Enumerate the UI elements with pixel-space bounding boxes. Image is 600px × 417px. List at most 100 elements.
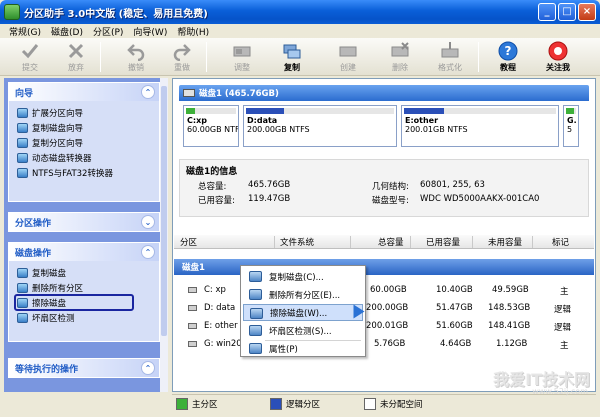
col-free[interactable]: 未用容量 [488, 236, 522, 248]
disk-info-panel: 磁盘1的信息 总容量: 465.76GB 已用容量: 119.47GB 几何结构… [179, 159, 589, 217]
total-label: 总容量: [198, 182, 227, 192]
col-flag[interactable]: 标记 [552, 236, 569, 248]
delete-button[interactable]: 删除 [380, 40, 420, 74]
wizard-icon [17, 167, 28, 178]
disk-row[interactable]: 磁盘1 [174, 259, 594, 275]
expand-icon[interactable]: ⌄ [141, 215, 155, 229]
discard-button[interactable]: 放弃 [56, 40, 96, 74]
disk-ops-header[interactable]: 磁盘操作 ⌃ [9, 243, 159, 261]
scrollbar-thumb[interactable] [161, 86, 167, 336]
bad-sector-icon [17, 312, 28, 323]
menu-wizard[interactable]: 向导(W) [128, 25, 172, 38]
table-row[interactable]: E: other 200.01GB 51.60GB 148.41GB 逻辑 [174, 319, 594, 334]
help-icon: ? [498, 41, 518, 61]
pending-ops-header[interactable]: 等待执行的操作 ⌃ [9, 359, 159, 377]
wizard-dynamic-disk[interactable]: 动态磁盘转换器 [9, 150, 159, 165]
menu-general[interactable]: 常规(G) [4, 25, 46, 38]
maximize-button[interactable]: □ [558, 3, 576, 21]
col-partition[interactable]: 分区 [180, 236, 197, 248]
ctx-properties[interactable]: 属性(P) [243, 340, 363, 357]
col-total[interactable]: 总容量 [378, 236, 404, 248]
sidebar-scrollbar[interactable] [160, 78, 168, 392]
close-button[interactable]: × [578, 3, 596, 21]
table-row[interactable]: C: xp 60.00GB 10.40GB 49.59GB 主 [174, 283, 594, 298]
partition-ops-header[interactable]: 分区操作 ⌄ [9, 213, 159, 231]
context-menu: 复制磁盘(C)... 删除所有分区(E)... 擦除磁盘(W)... 坏扇区检测… [240, 265, 366, 357]
partition-icon [188, 323, 197, 329]
partition-icon [188, 305, 197, 311]
partition-block-c[interactable]: C:xp 60.00GB NTFS [183, 105, 239, 147]
usage-bar [404, 108, 444, 114]
resize-icon [233, 46, 251, 57]
wizard-copy-partition[interactable]: 复制分区向导 [9, 135, 159, 150]
logical-swatch [270, 398, 282, 410]
wizard-ntfs-fat32[interactable]: NTFS与FAT32转换器 [9, 165, 159, 180]
follow-icon [548, 41, 568, 61]
svg-text:?: ? [505, 44, 512, 58]
watermark-url: www.52ij.com [532, 387, 588, 396]
redo-button[interactable]: 重做 [162, 40, 202, 74]
partition-block-g[interactable]: G. 5 [563, 105, 579, 147]
primary-swatch [176, 398, 188, 410]
collapse-icon[interactable]: ⌃ [141, 85, 155, 99]
resize-button[interactable]: 调整 [222, 40, 262, 74]
check-icon [21, 44, 39, 59]
wizard-extend-partition[interactable]: 扩展分区向导 [9, 105, 159, 120]
menu-partition[interactable]: 分区(P) [88, 25, 128, 38]
undo-icon [127, 44, 145, 61]
usage-bar [186, 108, 195, 114]
copy-disk-icon [249, 271, 262, 282]
menu-help[interactable]: 帮助(H) [172, 25, 214, 38]
wizard-icon [17, 152, 28, 163]
disk-map-title[interactable]: 磁盘1 (465.76GB) [179, 85, 589, 101]
disk-op-bad-sector[interactable]: 坏扇区检测 [9, 310, 159, 325]
commit-button[interactable]: 提交 [10, 40, 50, 74]
task-panel: 向导 ⌃ 扩展分区向导 复制磁盘向导 复制分区向导 动态磁盘转换器 NTFS与F… [4, 78, 168, 392]
menu-disk[interactable]: 磁盘(D) [46, 25, 88, 38]
disk-op-copy[interactable]: 复制磁盘 [9, 265, 159, 280]
follow-button[interactable]: 关注我 [538, 40, 578, 74]
create-button[interactable]: 创建 [328, 40, 368, 74]
delete-partitions-icon [17, 282, 28, 293]
pending-ops-group: 等待执行的操作 ⌃ [8, 358, 160, 378]
usage-bar [566, 108, 574, 114]
wizard-icon [17, 137, 28, 148]
ctx-bad-sector-check[interactable]: 坏扇区检测(S)... [243, 322, 363, 339]
table-row[interactable]: D: data 200.00GB 51.47GB 148.53GB 逻辑 [174, 301, 594, 316]
delete-icon [391, 42, 409, 57]
copy-disk-icon [17, 267, 28, 278]
table-row[interactable]: G: win200 5.76GB 4.64GB 1.12GB 主 [174, 337, 594, 352]
partition-ops-group: 分区操作 ⌄ [8, 212, 160, 232]
title-bar: 分区助手 3.0中文版 (稳定、易用且免费) _ □ × [0, 0, 600, 24]
disk-ops-group: 磁盘操作 ⌃ 复制磁盘 删除所有分区 擦除磁盘 坏扇区检测 [8, 242, 160, 342]
collapse-icon[interactable]: ⌃ [141, 245, 155, 259]
tutorial-button[interactable]: ? 教程 [488, 40, 528, 74]
minimize-button[interactable]: _ [538, 3, 556, 21]
total-value: 465.76GB [248, 180, 291, 190]
wizard-copy-disk[interactable]: 复制磁盘向导 [9, 120, 159, 135]
partition-block-e[interactable]: E:other 200.01GB NTFS [401, 105, 559, 147]
geometry-label: 几何结构: [372, 182, 409, 192]
ctx-copy-disk[interactable]: 复制磁盘(C)... [243, 268, 363, 285]
ctx-wipe-disk[interactable]: 擦除磁盘(W)... [243, 304, 363, 321]
col-filesystem[interactable]: 文件系统 [280, 236, 314, 248]
copy-disk-icon [283, 44, 301, 59]
toolbar: 提交 放弃 撤销 重做 调整 复制 创建 删除 格式化 ? 教程 关注我 [0, 38, 600, 76]
usage-bar [246, 108, 285, 114]
collapse-icon[interactable]: ⌃ [141, 361, 155, 375]
geometry-value: 60801, 255, 63 [420, 180, 485, 190]
app-icon [4, 4, 20, 20]
legend-unallocated: 未分配空间 [364, 398, 423, 410]
copy-button[interactable]: 复制 [272, 40, 312, 74]
wizard-group-header[interactable]: 向导 ⌃ [9, 83, 159, 101]
ctx-delete-all-partitions[interactable]: 删除所有分区(E)... [243, 286, 363, 303]
disk-op-delete-all[interactable]: 删除所有分区 [9, 280, 159, 295]
disk-op-wipe[interactable]: 擦除磁盘 [14, 294, 134, 311]
create-icon [339, 46, 357, 57]
col-used[interactable]: 已用容量 [426, 236, 460, 248]
menu-bar: 常规(G) 磁盘(D) 分区(P) 向导(W) 帮助(H) [0, 24, 600, 38]
format-button[interactable]: 格式化 [430, 40, 470, 74]
undo-button[interactable]: 撤销 [116, 40, 156, 74]
partition-block-d[interactable]: D:data 200.00GB NTFS [243, 105, 397, 147]
partition-icon [188, 287, 197, 293]
